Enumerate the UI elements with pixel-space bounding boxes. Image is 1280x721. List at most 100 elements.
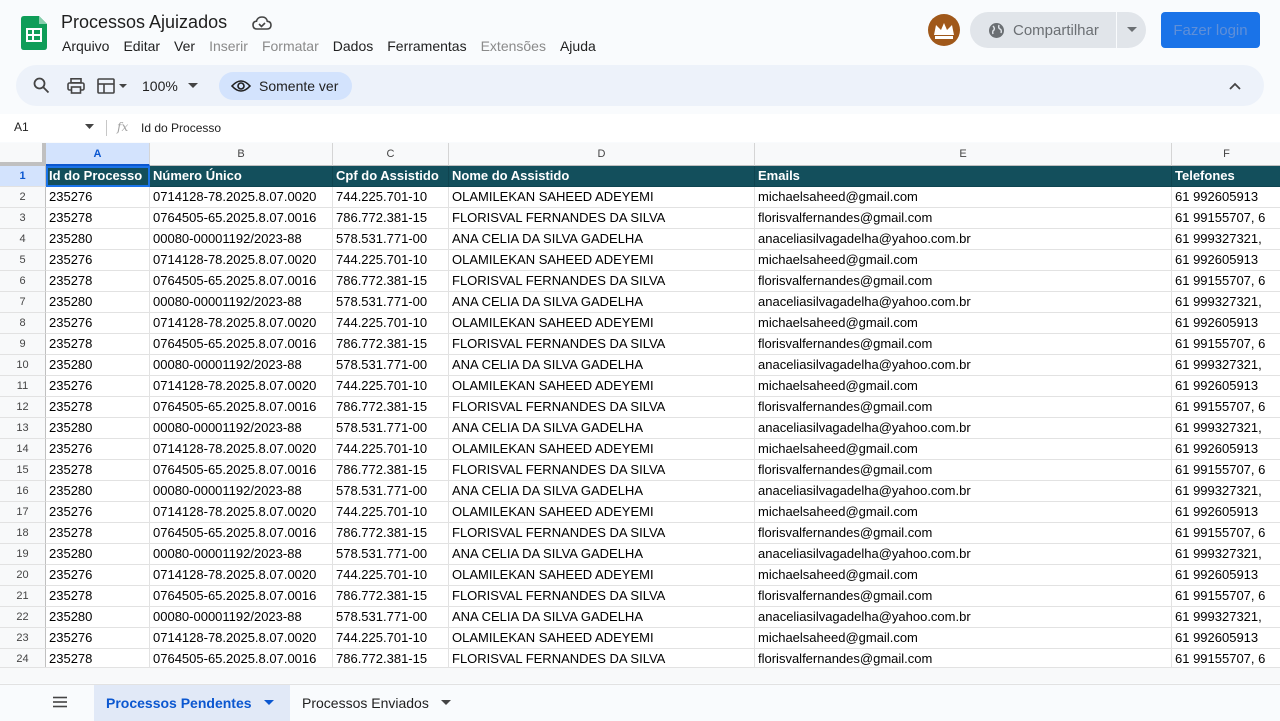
zoom-select[interactable]: 100% — [142, 65, 198, 106]
table-cell[interactable]: 00080-00001192/2023-88 — [150, 607, 333, 628]
table-cell[interactable]: 0714128-78.2025.8.07.0020 — [150, 313, 333, 334]
table-cell[interactable]: FLORISVAL FERNANDES DA SILVA — [449, 271, 755, 292]
table-cell[interactable]: 235276 — [46, 628, 150, 649]
table-cell[interactable]: 235280 — [46, 481, 150, 502]
column-header-a[interactable]: A — [46, 143, 150, 166]
table-cell[interactable]: 235280 — [46, 229, 150, 250]
share-button[interactable]: Compartilhar — [970, 12, 1116, 48]
row-header[interactable]: 22 — [0, 607, 46, 628]
table-cell[interactable]: 786.772.381-15 — [333, 460, 449, 481]
table-cell[interactable]: FLORISVAL FERNANDES DA SILVA — [449, 334, 755, 355]
table-cell[interactable]: FLORISVAL FERNANDES DA SILVA — [449, 523, 755, 544]
table-cell[interactable]: 235276 — [46, 313, 150, 334]
row-header[interactable]: 16 — [0, 481, 46, 502]
table-cell[interactable]: florisvalfernandes@gmail.com — [755, 334, 1172, 355]
chevron-down-icon[interactable] — [440, 700, 451, 706]
table-cell[interactable]: michaelsaheed@gmail.com — [755, 250, 1172, 271]
table-cell[interactable]: 235276 — [46, 187, 150, 208]
table-cell[interactable]: ANA CELIA DA SILVA GADELHA — [449, 607, 755, 628]
row-header[interactable]: 18 — [0, 523, 46, 544]
table-cell[interactable]: OLAMILEKAN SAHEED ADEYEMI — [449, 628, 755, 649]
table-cell[interactable]: 61 999327321, — [1172, 481, 1280, 502]
menu-item-ferramentas[interactable]: Ferramentas — [380, 37, 473, 57]
table-cell[interactable]: OLAMILEKAN SAHEED ADEYEMI — [449, 187, 755, 208]
table-cell[interactable]: ANA CELIA DA SILVA GADELHA — [449, 355, 755, 376]
table-cell[interactable]: 0764505-65.2025.8.07.0016 — [150, 649, 333, 667]
table-cell[interactable]: 786.772.381-15 — [333, 397, 449, 418]
table-cell[interactable]: OLAMILEKAN SAHEED ADEYEMI — [449, 250, 755, 271]
column-header-e[interactable]: E — [755, 143, 1172, 166]
row-header[interactable]: 24 — [0, 649, 46, 667]
table-cell[interactable]: 578.531.771-00 — [333, 355, 449, 376]
table-cell[interactable]: 235276 — [46, 565, 150, 586]
row-header[interactable]: 2 — [0, 187, 46, 208]
sheets-logo-icon[interactable] — [21, 16, 47, 50]
table-cell[interactable]: 744.225.701-10 — [333, 313, 449, 334]
table-cell[interactable]: 61 992605913 — [1172, 313, 1280, 334]
table-cell[interactable]: 786.772.381-15 — [333, 271, 449, 292]
table-cell[interactable]: 578.531.771-00 — [333, 481, 449, 502]
menu-item-dados[interactable]: Dados — [326, 37, 380, 57]
table-cell[interactable]: 0714128-78.2025.8.07.0020 — [150, 502, 333, 523]
tab-processos-pendentes[interactable]: Processos Pendentes — [94, 685, 290, 721]
search-button[interactable] — [33, 65, 50, 106]
table-cell[interactable]: 235278 — [46, 397, 150, 418]
table-cell[interactable]: 235280 — [46, 607, 150, 628]
table-cell[interactable]: 00080-00001192/2023-88 — [150, 355, 333, 376]
table-cell[interactable]: 0714128-78.2025.8.07.0020 — [150, 376, 333, 397]
table-cell[interactable]: OLAMILEKAN SAHEED ADEYEMI — [449, 439, 755, 460]
table-cell[interactable]: 61 992605913 — [1172, 628, 1280, 649]
table-cell[interactable]: 61 99155707, 6 — [1172, 208, 1280, 229]
collapse-menus-button[interactable] — [1229, 65, 1241, 106]
table-cell[interactable]: ANA CELIA DA SILVA GADELHA — [449, 292, 755, 313]
table-cell[interactable]: 235278 — [46, 649, 150, 667]
table-cell[interactable]: michaelsaheed@gmail.com — [755, 628, 1172, 649]
table-cell[interactable]: 235280 — [46, 292, 150, 313]
table-cell[interactable]: 235276 — [46, 439, 150, 460]
table-cell[interactable]: 0714128-78.2025.8.07.0020 — [150, 439, 333, 460]
login-button[interactable]: Fazer login — [1161, 12, 1260, 48]
table-cell[interactable]: 744.225.701-10 — [333, 187, 449, 208]
table-cell[interactable]: FLORISVAL FERNANDES DA SILVA — [449, 397, 755, 418]
table-cell[interactable]: 744.225.701-10 — [333, 502, 449, 523]
table-cell[interactable]: michaelsaheed@gmail.com — [755, 187, 1172, 208]
table-cell[interactable]: 61 99155707, 6 — [1172, 334, 1280, 355]
row-header[interactable]: 21 — [0, 586, 46, 607]
table-cell[interactable]: 235278 — [46, 208, 150, 229]
row-header[interactable]: 3 — [0, 208, 46, 229]
row-header[interactable]: 6 — [0, 271, 46, 292]
chevron-down-icon[interactable] — [263, 700, 274, 706]
row-header[interactable]: 19 — [0, 544, 46, 565]
table-cell[interactable]: 00080-00001192/2023-88 — [150, 481, 333, 502]
avatar[interactable] — [928, 14, 960, 46]
row-header[interactable]: 13 — [0, 418, 46, 439]
select-all-corner[interactable] — [0, 143, 46, 166]
column-header-b[interactable]: B — [150, 143, 333, 166]
table-cell[interactable]: ANA CELIA DA SILVA GADELHA — [449, 544, 755, 565]
table-cell[interactable]: 61 999327321, — [1172, 292, 1280, 313]
table-cell[interactable]: anaceliasilvagadelha@yahoo.com.br — [755, 355, 1172, 376]
table-cell[interactable]: 61 999327321, — [1172, 544, 1280, 565]
table-cell[interactable]: florisvalfernandes@gmail.com — [755, 460, 1172, 481]
header-cell[interactable]: Nome do Assistido — [449, 166, 755, 187]
header-cell[interactable]: Id do Processo — [46, 166, 150, 187]
chevron-down-icon[interactable] — [85, 124, 94, 129]
table-cell[interactable]: 61 992605913 — [1172, 439, 1280, 460]
table-cell[interactable]: OLAMILEKAN SAHEED ADEYEMI — [449, 502, 755, 523]
table-cell[interactable]: 235280 — [46, 355, 150, 376]
table-cell[interactable]: 0764505-65.2025.8.07.0016 — [150, 334, 333, 355]
row-header[interactable]: 17 — [0, 502, 46, 523]
table-cell[interactable]: anaceliasilvagadelha@yahoo.com.br — [755, 544, 1172, 565]
table-cell[interactable]: 61 999327321, — [1172, 418, 1280, 439]
all-sheets-button[interactable] — [52, 695, 68, 713]
cloud-saved-icon[interactable] — [252, 14, 272, 32]
table-cell[interactable]: 235278 — [46, 586, 150, 607]
table-cell[interactable]: 0714128-78.2025.8.07.0020 — [150, 565, 333, 586]
table-cell[interactable]: FLORISVAL FERNANDES DA SILVA — [449, 460, 755, 481]
header-cell[interactable]: Telefones — [1172, 166, 1280, 187]
column-header-f[interactable]: F — [1172, 143, 1280, 166]
table-cell[interactable]: 61 992605913 — [1172, 565, 1280, 586]
row-header[interactable]: 8 — [0, 313, 46, 334]
table-cell[interactable]: 61 992605913 — [1172, 502, 1280, 523]
table-cell[interactable]: 61 99155707, 6 — [1172, 649, 1280, 667]
